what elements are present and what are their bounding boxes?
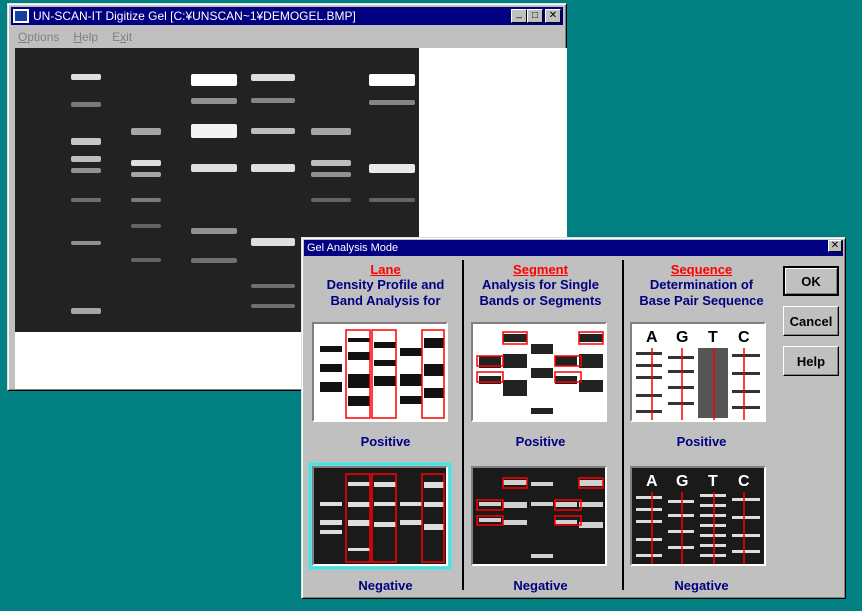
help-button[interactable]: Help <box>783 346 839 376</box>
maximize-icon: □ <box>531 10 539 21</box>
menu-bar: Options Help Exit <box>11 27 139 47</box>
menu-options[interactable]: Options <box>11 27 66 47</box>
segment-desc-line1: Analysis for Single <box>481 277 600 292</box>
segment-negative-thumbnail[interactable] <box>471 466 607 566</box>
close-button[interactable]: ✕ <box>545 9 561 23</box>
lane-positive-image <box>320 329 445 419</box>
segment-negative-image <box>476 477 604 558</box>
base-g: G <box>676 329 688 346</box>
sequence-negative-thumbnail[interactable]: A G T C <box>630 466 766 566</box>
lane-mode-label[interactable]: Lane <box>308 262 463 277</box>
minimize-icon: _ <box>516 8 522 19</box>
lane-positive-thumbnail[interactable] <box>312 322 448 422</box>
column-separator <box>622 260 624 590</box>
lane-desc-line1: Density Profile and <box>326 277 445 292</box>
maximize-button[interactable]: □ <box>527 9 543 23</box>
sequence-desc-line2: Base Pair Sequence <box>639 293 764 308</box>
lane-negative-image <box>320 473 445 563</box>
unscanit-app-icon[interactable] <box>13 9 29 23</box>
gel-analysis-mode-dialog: Gel Analysis Mode ✕ Lane Density Profile… <box>301 237 846 599</box>
dialog-title-bar[interactable]: Gel Analysis Mode <box>304 240 843 256</box>
base-c: C <box>738 473 750 490</box>
segment-positive-label: Positive <box>515 434 566 449</box>
segment-mode-label[interactable]: Segment <box>463 262 618 277</box>
sequence-column: Sequence Determination of Base Pair Sequ… <box>624 262 779 309</box>
close-icon: ✕ <box>830 240 840 251</box>
segment-column: Segment Analysis for Single Bands or Seg… <box>463 262 618 309</box>
segment-positive-thumbnail[interactable] <box>471 322 607 422</box>
lane-negative-label: Negative <box>358 578 413 593</box>
main-window-title: UN-SCAN-IT Digitize Gel [C:¥UNSCAN~1¥DEM… <box>33 9 356 23</box>
sequence-desc-line1: Determination of <box>649 277 754 292</box>
sequence-negative-image: A G T C <box>636 473 760 564</box>
lane-positive-label: Positive <box>360 434 411 449</box>
segment-negative-label: Negative <box>513 578 568 593</box>
sequence-positive-thumbnail[interactable]: A G T C <box>630 322 766 422</box>
minimize-button[interactable]: _ <box>511 9 527 23</box>
base-c: C <box>738 329 750 346</box>
lane-column: Lane Density Profile and Band Analysis f… <box>308 262 463 309</box>
lane-desc-line2: Band Analysis for <box>330 293 441 308</box>
dialog-close-button[interactable]: ✕ <box>828 240 842 252</box>
cancel-button[interactable]: Cancel <box>783 306 839 336</box>
column-separator <box>462 260 464 590</box>
sequence-negative-label: Negative <box>674 578 729 593</box>
base-t: T <box>708 329 718 346</box>
sequence-mode-label[interactable]: Sequence <box>624 262 779 277</box>
ok-button[interactable]: OK <box>783 266 839 296</box>
base-a: A <box>646 329 658 346</box>
close-icon: ✕ <box>548 10 558 21</box>
sequence-positive-image: A G T C <box>636 329 760 420</box>
main-title-bar[interactable]: UN-SCAN-IT Digitize Gel [C:¥UNSCAN~1¥DEM… <box>11 7 563 25</box>
base-t: T <box>708 473 718 490</box>
base-a: A <box>646 473 658 490</box>
segment-positive-image <box>476 331 604 414</box>
dialog-title: Gel Analysis Mode <box>307 242 399 254</box>
sequence-positive-label: Positive <box>676 434 727 449</box>
segment-desc-line2: Bands or Segments <box>479 293 602 308</box>
menu-help[interactable]: Help <box>66 27 105 47</box>
menu-exit[interactable]: Exit <box>105 27 139 47</box>
base-g: G <box>676 473 688 490</box>
lane-negative-thumbnail[interactable] <box>309 463 451 569</box>
